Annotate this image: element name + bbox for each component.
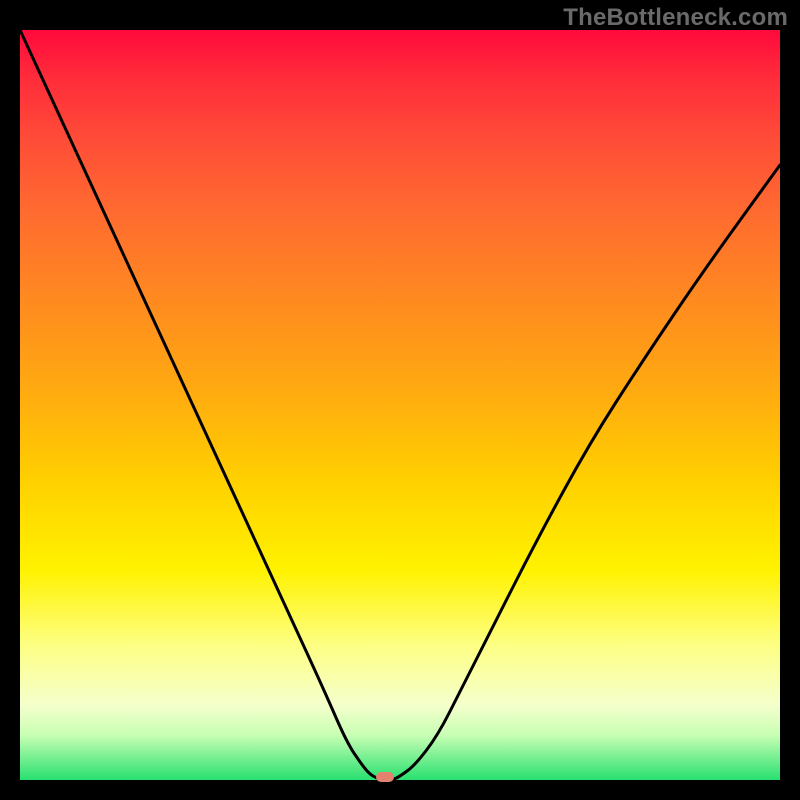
watermark-text: TheBottleneck.com — [563, 4, 788, 32]
chart-frame: TheBottleneck.com — [0, 0, 800, 800]
bottleneck-curve — [20, 30, 780, 780]
minimum-marker — [376, 772, 394, 782]
curve-svg — [20, 30, 780, 780]
plot-area — [20, 30, 780, 780]
